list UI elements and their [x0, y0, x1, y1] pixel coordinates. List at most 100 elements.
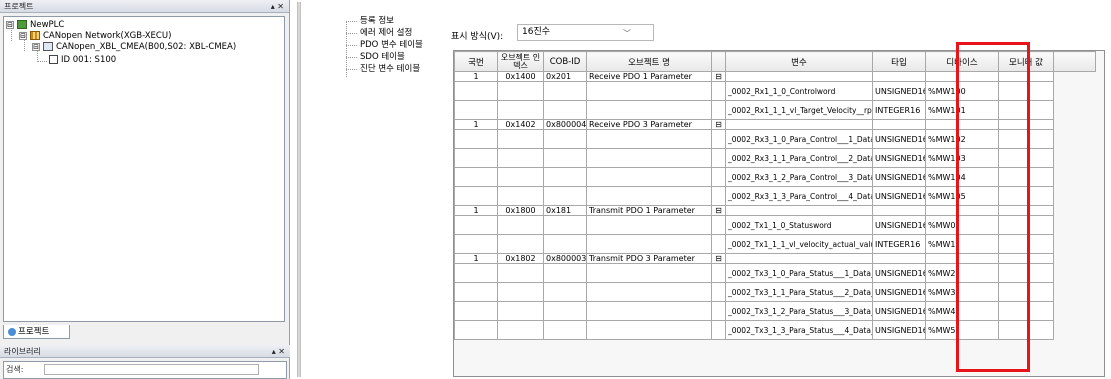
variable-cell[interactable] [725, 71, 873, 82]
expander-cell[interactable] [711, 215, 726, 235]
object-index-cell[interactable] [497, 320, 544, 340]
type-cell[interactable]: UNSIGNED16 [872, 148, 926, 168]
search-input[interactable] [44, 364, 259, 375]
expander-cell[interactable] [711, 167, 726, 187]
object-name-cell[interactable] [586, 167, 712, 187]
object-name-cell[interactable]: Transmit PDO 3 Parameter [586, 253, 712, 264]
collapse-icon[interactable]: ⊟ [6, 20, 14, 29]
object-index-cell[interactable] [497, 282, 544, 302]
expander-cell[interactable]: ⊟ [711, 253, 726, 264]
cob-id-cell[interactable] [543, 81, 587, 101]
object-name-cell[interactable] [586, 186, 712, 206]
station-cell[interactable] [454, 234, 498, 254]
station-cell[interactable] [454, 148, 498, 168]
col-header-object-name[interactable]: 오브젝트 명 [586, 51, 712, 72]
cob-id-cell[interactable] [543, 234, 587, 254]
station-cell[interactable] [454, 100, 498, 120]
collapse-icon[interactable]: ⊟ [19, 31, 27, 40]
object-name-cell[interactable] [586, 301, 712, 321]
expander-cell[interactable] [711, 320, 726, 340]
station-cell[interactable]: 1 [454, 119, 498, 130]
object-index-cell[interactable] [497, 215, 544, 235]
object-name-cell[interactable]: Transmit PDO 1 Parameter [586, 205, 712, 216]
station-cell[interactable] [454, 167, 498, 187]
tree-node-newplc[interactable]: ⊟ NewPLC [6, 20, 64, 31]
cob-id-cell[interactable]: 0x800004 [543, 119, 587, 130]
object-index-cell[interactable]: 0x1400 [497, 71, 544, 82]
nav-item-registration-info[interactable]: 등록 정보 [360, 16, 394, 27]
variable-cell[interactable]: _0002_Tx3_1_2_Para_Status___3_Data_Value [725, 301, 873, 321]
variable-cell[interactable]: _0002_Rx1_1_0_Controlword [725, 81, 873, 101]
object-index-cell[interactable] [497, 234, 544, 254]
cob-id-cell[interactable] [543, 186, 587, 206]
variable-cell[interactable]: _0002_Tx3_1_1_Para_Status___2_Data_Value [725, 282, 873, 302]
object-index-cell[interactable] [497, 167, 544, 187]
cob-id-cell[interactable] [543, 100, 587, 120]
col-header-variable[interactable]: 변수 [725, 51, 873, 72]
type-cell[interactable]: UNSIGNED16 [872, 81, 926, 101]
type-cell[interactable]: UNSIGNED16 [872, 186, 926, 206]
cob-id-cell[interactable] [543, 282, 587, 302]
station-cell[interactable] [454, 320, 498, 340]
expander-cell[interactable] [711, 234, 726, 254]
type-cell[interactable]: UNSIGNED16 [872, 301, 926, 321]
col-header-object-index[interactable]: 오브젝트 인덱스 [497, 51, 544, 72]
type-cell[interactable]: INTEGER16 [872, 100, 926, 120]
type-cell[interactable] [872, 205, 926, 216]
tree-node-network[interactable]: ⊟ CANopen Network(XGB-XECU) [19, 31, 171, 42]
cob-id-cell[interactable] [543, 215, 587, 235]
cob-id-cell[interactable] [543, 320, 587, 340]
nav-item-sdo-table[interactable]: SDO 테이블 [360, 52, 405, 63]
object-index-cell[interactable] [497, 129, 544, 149]
variable-cell[interactable]: _0002_Rx3_1_0_Para_Control___1_Data_Valu… [725, 129, 873, 149]
display-mode-select[interactable]: 16진수 ﹀ [517, 24, 654, 41]
expander-cell[interactable] [711, 282, 726, 302]
station-cell[interactable]: 1 [454, 71, 498, 82]
cob-id-cell[interactable] [543, 148, 587, 168]
station-cell[interactable] [454, 186, 498, 206]
tree-node-device[interactable]: ID 001: S100 [49, 55, 116, 66]
object-index-cell[interactable] [497, 100, 544, 120]
variable-cell[interactable] [725, 119, 873, 130]
object-name-cell[interactable] [586, 282, 712, 302]
library-panel-controls[interactable]: ▴ ✕ [272, 345, 285, 358]
expander-cell[interactable] [711, 148, 726, 168]
variable-cell[interactable] [725, 253, 873, 264]
type-cell[interactable] [872, 119, 926, 130]
type-cell[interactable]: UNSIGNED16 [872, 320, 926, 340]
cob-id-cell[interactable] [543, 301, 587, 321]
nav-item-diagnostic-table[interactable]: 진단 변수 테이블 [360, 64, 420, 75]
station-cell[interactable]: 1 [454, 205, 498, 216]
cob-id-cell[interactable] [543, 129, 587, 149]
expander-cell[interactable]: ⊟ [711, 205, 726, 216]
object-index-cell[interactable] [497, 81, 544, 101]
expander-cell[interactable] [711, 263, 726, 283]
expander-cell[interactable] [711, 301, 726, 321]
panel-controls[interactable]: ▴ ✕ [271, 0, 284, 13]
station-cell[interactable] [454, 282, 498, 302]
variable-cell[interactable] [725, 205, 873, 216]
cob-id-cell[interactable] [543, 263, 587, 283]
cob-id-cell[interactable]: 0x181 [543, 205, 587, 216]
variable-cell[interactable]: _0002_Tx1_1_0_Statusword [725, 215, 873, 235]
variable-cell[interactable]: _0002_Tx1_1_1_vl_velocity_actual_value__… [725, 234, 873, 254]
expander-cell[interactable] [711, 129, 726, 149]
station-cell[interactable] [454, 129, 498, 149]
station-cell[interactable] [454, 263, 498, 283]
variable-cell[interactable]: _0002_Rx3_1_3_Para_Control___4_Data_Valu… [725, 186, 873, 206]
nav-item-error-control[interactable]: 에러 제어 설정 [360, 28, 412, 39]
nav-item-pdo-variable-table[interactable]: PDO 변수 테이블 [360, 40, 423, 51]
cob-id-cell[interactable]: 0x800003 [543, 253, 587, 264]
object-index-cell[interactable]: 0x1402 [497, 119, 544, 130]
type-cell[interactable]: UNSIGNED16 [872, 167, 926, 187]
cob-id-cell[interactable]: 0x201 [543, 71, 587, 82]
expander-cell[interactable] [711, 186, 726, 206]
col-header-station[interactable]: 국번 [454, 51, 498, 72]
object-index-cell[interactable]: 0x1800 [497, 205, 544, 216]
variable-cell[interactable]: _0002_Rx1_1_1_vl_Target_Velocity__rpm_ [725, 100, 873, 120]
object-name-cell[interactable] [586, 263, 712, 283]
object-index-cell[interactable] [497, 301, 544, 321]
type-cell[interactable] [872, 253, 926, 264]
object-name-cell[interactable] [586, 100, 712, 120]
object-name-cell[interactable] [586, 320, 712, 340]
